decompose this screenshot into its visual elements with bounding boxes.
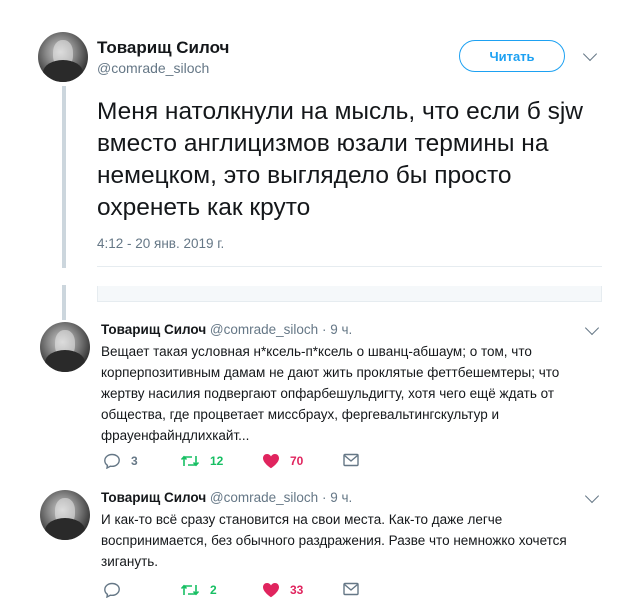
reply-time[interactable]: · 9 ч. bbox=[322, 322, 352, 337]
reply-time[interactable]: · 9 ч. bbox=[322, 490, 352, 505]
tweet-text: Меня натолкнули на мысль, что если б sjw… bbox=[97, 98, 583, 221]
tweet-timestamp[interactable]: 4:12 - 20 янв. 2019 г. bbox=[97, 236, 224, 251]
reply-icon bbox=[104, 582, 120, 598]
reply-author-name: Товарищ Силоч bbox=[101, 490, 207, 505]
retweet-icon bbox=[180, 455, 200, 467]
thread-line-middle bbox=[62, 285, 66, 320]
follow-button[interactable]: Читать bbox=[459, 40, 565, 72]
heart-icon bbox=[263, 454, 279, 469]
retweet-icon bbox=[180, 584, 200, 596]
reply-author-handle: @comrade_siloch bbox=[209, 490, 319, 505]
chevron-down-icon[interactable] bbox=[582, 46, 598, 62]
retweet-button[interactable]: 2 bbox=[180, 582, 217, 598]
divider bbox=[97, 266, 602, 267]
like-count: 33 bbox=[290, 583, 304, 597]
author-name[interactable]: Товарищ Силоч bbox=[97, 38, 229, 58]
reply-author[interactable]: Товарищ Силоч @comrade_siloch · 9 ч. bbox=[101, 490, 352, 505]
reply-author-name: Товарищ Силоч bbox=[101, 322, 207, 337]
reply-text: И как-то всё сразу становится на свои ме… bbox=[101, 512, 567, 569]
like-count: 70 bbox=[290, 454, 304, 468]
envelope-icon bbox=[343, 453, 359, 467]
author-handle[interactable]: @comrade_siloch bbox=[97, 60, 209, 76]
like-button[interactable]: 70 bbox=[262, 453, 303, 469]
retweet-button[interactable]: 12 bbox=[180, 453, 223, 469]
chevron-down-icon[interactable] bbox=[584, 320, 600, 336]
reply-count: 3 bbox=[131, 454, 138, 468]
chevron-down-icon[interactable] bbox=[584, 488, 600, 504]
tweet-stats-bar bbox=[97, 286, 602, 302]
avatar[interactable] bbox=[40, 322, 90, 372]
reply-button[interactable] bbox=[103, 582, 131, 598]
thread-line-top bbox=[62, 86, 66, 268]
reply-button[interactable]: 3 bbox=[103, 453, 138, 469]
follow-button-label: Читать bbox=[489, 48, 535, 64]
retweet-count: 2 bbox=[210, 583, 217, 597]
reply-author-handle: @comrade_siloch bbox=[209, 322, 319, 337]
envelope-icon bbox=[343, 582, 359, 596]
like-button[interactable]: 33 bbox=[262, 582, 303, 598]
reply-icon bbox=[104, 453, 120, 469]
avatar[interactable] bbox=[38, 32, 88, 82]
reply-author[interactable]: Товарищ Силоч @comrade_siloch · 9 ч. bbox=[101, 322, 352, 337]
message-button[interactable] bbox=[343, 453, 359, 467]
heart-icon bbox=[263, 583, 279, 598]
reply-text: Вещает такая условная н*ксель-п*ксель о … bbox=[101, 344, 560, 443]
retweet-count: 12 bbox=[210, 454, 224, 468]
avatar[interactable] bbox=[40, 490, 90, 540]
message-button[interactable] bbox=[343, 582, 359, 596]
